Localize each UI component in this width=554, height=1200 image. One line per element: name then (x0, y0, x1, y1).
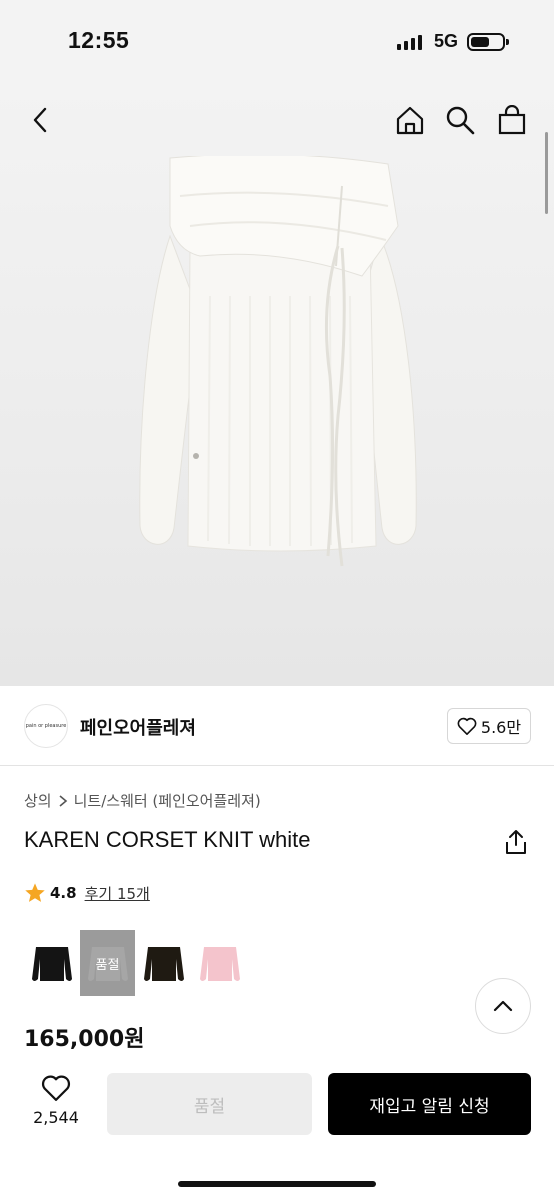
brand-logo[interactable]: pain or pleasure (24, 704, 68, 748)
restock-alert-button[interactable]: 재입고 알림 신청 (328, 1073, 531, 1135)
chevron-up-icon (493, 1000, 513, 1012)
home-indicator[interactable] (178, 1181, 376, 1187)
soldout-badge: 품절 (95, 957, 120, 973)
share-icon (506, 830, 526, 854)
back-button[interactable] (20, 100, 60, 140)
soldout-button[interactable]: 품절 (107, 1073, 312, 1135)
network-label: 5G (434, 31, 459, 51)
brand-like-count: 5.6만 (480, 718, 522, 737)
heart-icon (41, 1075, 71, 1101)
shopping-bag-icon (498, 105, 526, 135)
brand-name[interactable]: 페인오어플레져 (80, 714, 196, 740)
option-pink[interactable] (192, 930, 247, 996)
star-icon (25, 883, 45, 902)
product-hero (0, 86, 554, 686)
share-button[interactable] (502, 828, 530, 856)
home-button[interactable] (390, 100, 430, 140)
brand-row[interactable]: pain or pleasure 페인오어플레져 5.6만 (0, 686, 554, 766)
cart-button[interactable] (492, 100, 532, 140)
wish-count: 2,544 (33, 1108, 79, 1127)
product-image[interactable] (130, 156, 430, 576)
breadcrumb-item[interactable]: 니트/스웨터 (페인오어플레져) (74, 790, 261, 811)
color-options: 품절 (24, 930, 247, 996)
option-brown[interactable] (136, 930, 191, 996)
sweater-thumbnail (31, 947, 72, 981)
signal-icon (397, 34, 422, 50)
sweater-thumbnail (143, 947, 184, 981)
product-price: 165,000원 (24, 1027, 145, 1052)
search-button[interactable] (440, 100, 480, 140)
chevron-right-icon (59, 794, 67, 807)
sweater-thumbnail (199, 947, 240, 981)
option-white-soldout[interactable]: 품절 (80, 930, 135, 996)
breadcrumb: 상의 니트/스웨터 (페인오어플레져) (24, 790, 261, 811)
rating-score: 4.8 (50, 884, 77, 902)
breadcrumb-item[interactable]: 상의 (24, 790, 52, 811)
product-title: KAREN CORSET KNIT white (24, 827, 311, 852)
wish-button[interactable]: 2,544 (26, 1074, 86, 1127)
battery-icon (467, 33, 509, 51)
brand-like-button[interactable]: 5.6만 (447, 708, 531, 744)
heart-icon (457, 717, 477, 735)
home-icon (396, 106, 424, 135)
bottom-action-bar: 2,544 품절 재입고 알림 신청 (0, 1060, 554, 1200)
option-black[interactable] (24, 930, 79, 996)
scroll-indicator (545, 132, 548, 214)
reviews-link[interactable]: 후기 15개 (85, 883, 150, 904)
status-bar: 12:55 5G (0, 0, 554, 86)
scroll-top-button[interactable] (475, 978, 531, 1034)
rating-row: 4.8 후기 15개 (24, 882, 150, 904)
status-time: 12:55 (68, 27, 130, 53)
search-icon (446, 106, 475, 135)
chevron-left-icon (33, 107, 47, 133)
